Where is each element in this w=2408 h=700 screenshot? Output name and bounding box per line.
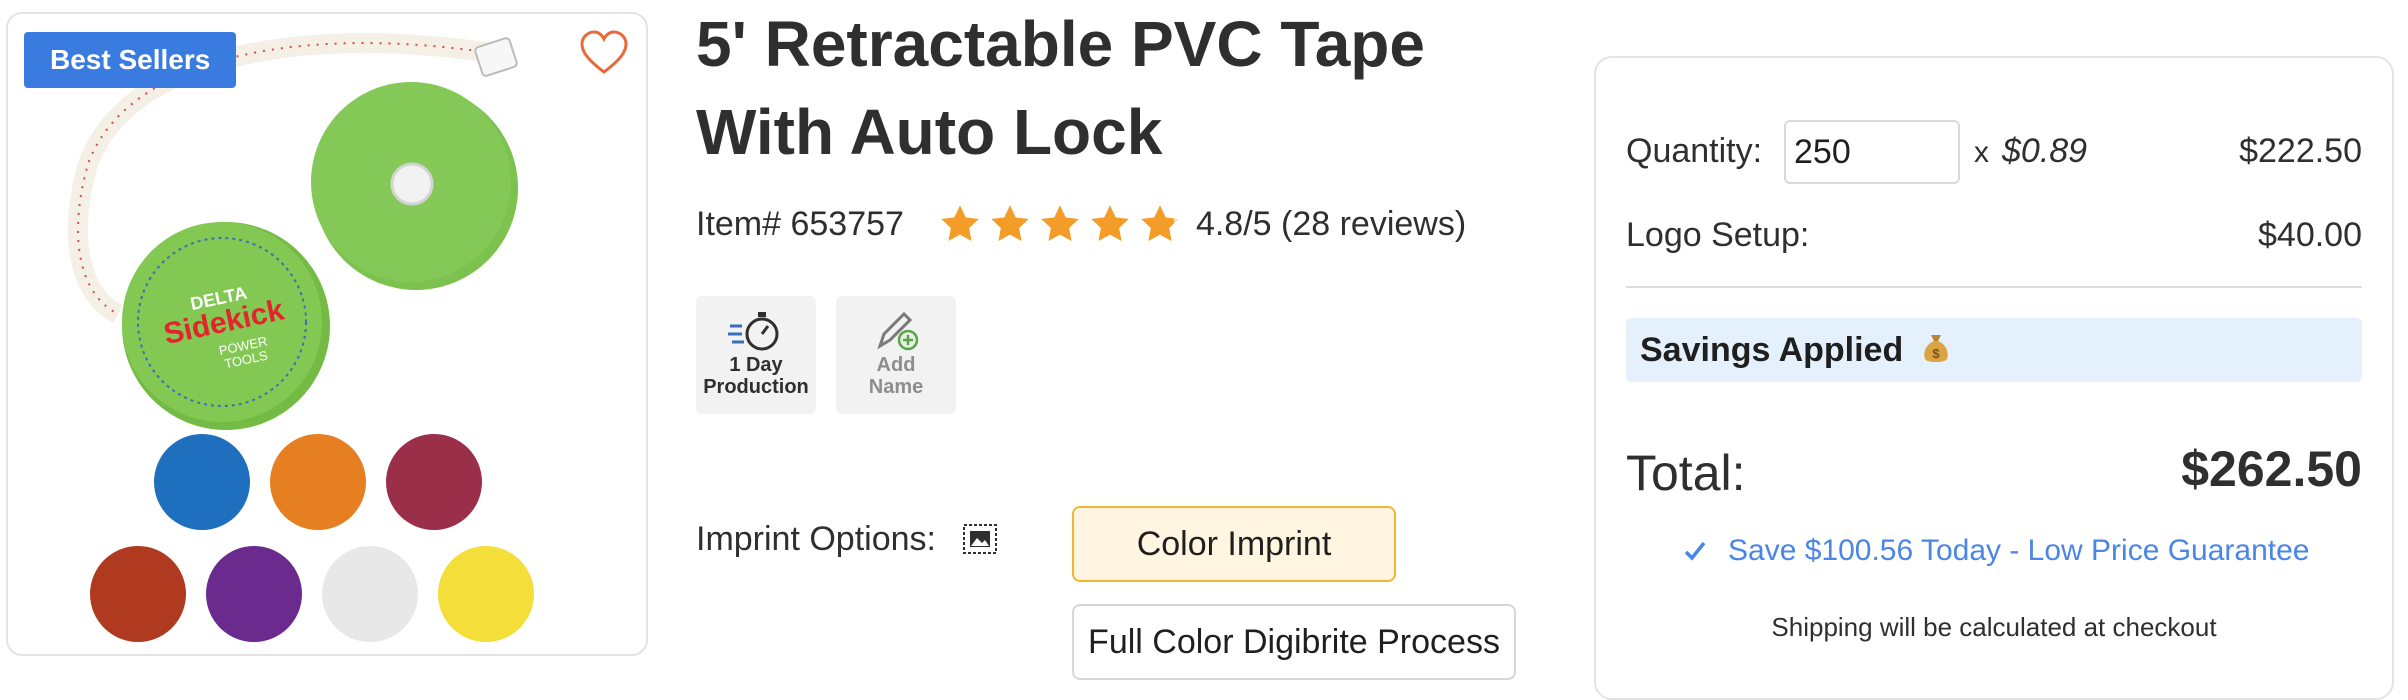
money-bag-icon: $ bbox=[1923, 335, 1948, 362]
unit-price: $0.89 bbox=[2002, 132, 2088, 170]
shipping-note: Shipping will be calculated at checkout bbox=[1771, 612, 2217, 642]
product-image-card[interactable]: DELTA Sidekick POWER TOOLS Best Sellers bbox=[6, 12, 648, 656]
logo-setup-label: Logo Setup: bbox=[1626, 216, 1810, 254]
imprint-options-label: Imprint Options: bbox=[696, 520, 936, 558]
feature-label-line1: 1 Day bbox=[729, 354, 783, 376]
product-title: 5' Retractable PVC Tape With Auto Lock bbox=[696, 8, 1425, 168]
star-icon bbox=[941, 205, 979, 242]
star-icon bbox=[991, 205, 1029, 242]
best-sellers-badge: Best Sellers bbox=[24, 32, 237, 88]
star-icon bbox=[1091, 205, 1129, 242]
svg-text:$: $ bbox=[1932, 346, 1940, 361]
total-label: Total: bbox=[1626, 445, 1746, 501]
total-value: $262.50 bbox=[2181, 441, 2362, 497]
feature-1-day-production[interactable]: 1 Day Production bbox=[696, 296, 816, 414]
image-icon[interactable] bbox=[962, 521, 998, 557]
stopwatch-icon bbox=[728, 312, 779, 351]
heart-outline-icon[interactable] bbox=[578, 28, 630, 80]
low-price-guarantee-link[interactable]: Save $100.56 Today - Low Price Guarantee bbox=[1682, 534, 2309, 568]
price-summary-panel: Quantity: x $0.89 $222.50 Logo Setup: $4… bbox=[1594, 56, 2394, 700]
feature-add-name[interactable]: Add Name bbox=[836, 296, 956, 414]
logo-setup-price: $40.00 bbox=[2258, 216, 2362, 254]
star-partial-icon bbox=[1141, 205, 1179, 242]
divider bbox=[1626, 286, 2362, 288]
guarantee-text: Save $100.56 Today - Low Price Guarantee bbox=[1728, 534, 2310, 567]
color-swatches bbox=[90, 434, 534, 642]
imprint-option-color-imprint[interactable]: Color Imprint bbox=[1072, 506, 1396, 582]
item-number: Item# 653757 bbox=[696, 204, 904, 243]
quantity-label: Quantity: bbox=[1626, 132, 1763, 170]
checkmark-icon bbox=[1684, 541, 1706, 561]
times-sign: x bbox=[1974, 136, 1989, 169]
star-rating[interactable] bbox=[938, 202, 1182, 246]
star-icon bbox=[1041, 205, 1079, 242]
product-image[interactable]: DELTA Sidekick POWER TOOLS bbox=[8, 14, 646, 654]
imprint-option-full-color-digibrite[interactable]: Full Color Digibrite Process bbox=[1072, 604, 1516, 680]
savings-applied-banner: Savings Applied $ bbox=[1626, 318, 2362, 382]
pen-add-icon bbox=[877, 311, 919, 351]
feature-label-line1: Add bbox=[876, 354, 916, 376]
item-rating-row: Item# 653757 4.8/5 (28 reviews) bbox=[696, 196, 1466, 252]
feature-label-line2: Production bbox=[703, 376, 809, 398]
quantity-line-total: $222.50 bbox=[2239, 132, 2362, 170]
rating-text[interactable]: 4.8/5 (28 reviews) bbox=[1196, 205, 1466, 244]
savings-label: Savings Applied bbox=[1640, 331, 1904, 369]
quantity-input[interactable] bbox=[1784, 120, 1960, 184]
feature-label-line2: Name bbox=[868, 376, 924, 398]
